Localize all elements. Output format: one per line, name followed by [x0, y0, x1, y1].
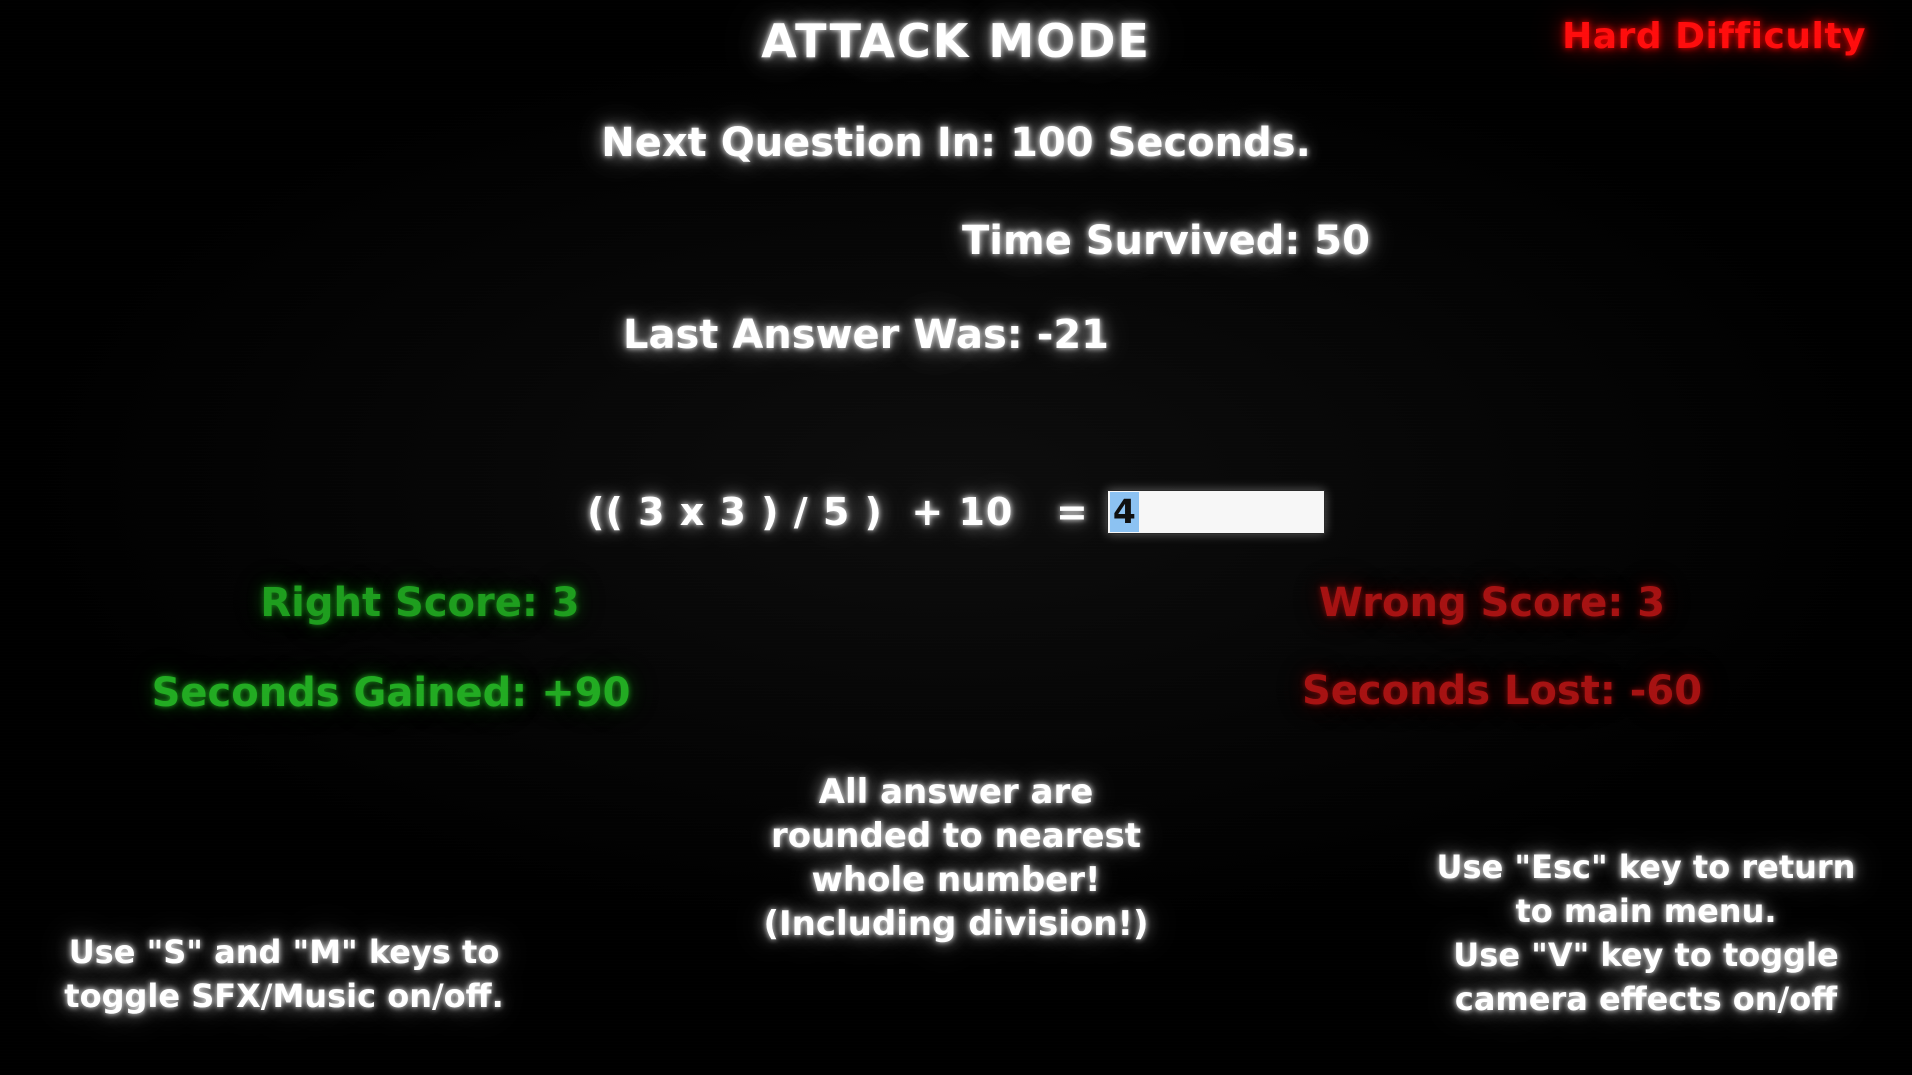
difficulty-badge: Hard Difficulty: [1562, 16, 1866, 57]
rounding-note-line-1: All answer are: [818, 772, 1094, 812]
game-screen: ATTACK MODE Hard Difficulty Next Questio…: [0, 0, 1912, 1075]
answer-input[interactable]: 4: [1106, 490, 1325, 534]
keys-hint-line-3: Use "V" key to toggle: [1453, 936, 1839, 974]
question-row: (( 3 x 3 ) / 5 ) + 10 = 4: [0, 490, 1912, 534]
audio-hint: Use "S" and "M" keys to toggle SFX/Music…: [14, 930, 554, 1018]
wrong-score-label: Wrong Score: 3: [1318, 580, 1666, 626]
keys-hint-line-1: Use "Esc" key to return: [1436, 848, 1856, 886]
seconds-lost-label: Seconds Lost: -60: [1301, 668, 1703, 714]
audio-hint-line-1: Use "S" and "M" keys to: [68, 933, 500, 971]
seconds-gained-label: Seconds Gained: +90: [151, 670, 631, 716]
keys-hint-line-2: to main menu.: [1515, 892, 1777, 930]
answer-input-value[interactable]: 4: [1109, 492, 1139, 532]
audio-hint-line-2: toggle SFX/Music on/off.: [64, 977, 504, 1015]
right-score-label: Right Score: 3: [260, 580, 580, 626]
next-question-timer: Next Question In: 100 Seconds.: [601, 120, 1311, 166]
last-answer-label: Last Answer Was: -21: [623, 312, 1109, 358]
equation-text: (( 3 x 3 ) / 5 ) + 10 =: [587, 490, 1089, 534]
time-survived-label: Time Survived: 50: [962, 218, 1370, 264]
keys-hint-line-4: camera effects on/off: [1454, 980, 1838, 1018]
keys-hint: Use "Esc" key to return to main menu. Us…: [1386, 845, 1906, 1021]
